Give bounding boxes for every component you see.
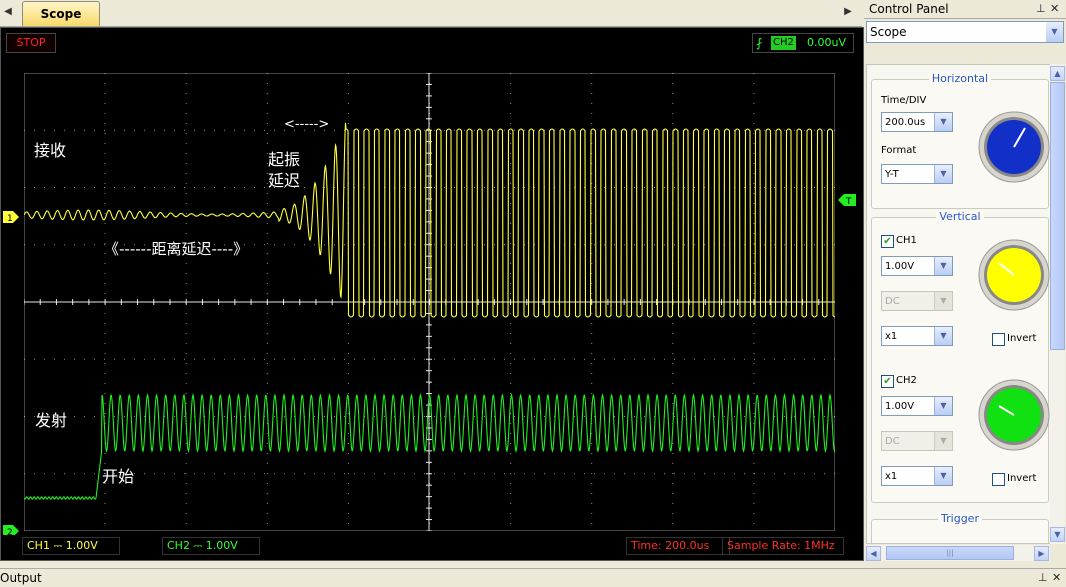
pin-icon[interactable]: ⊥ — [1038, 570, 1048, 586]
control-panel-title-bar: Control Panel ⊥ ✕ — [864, 0, 1066, 19]
format-label: Format — [881, 145, 917, 156]
tab-scroll-right-icon[interactable]: ▶ — [842, 4, 854, 20]
status-ch2: CH2 ⎓ 1.00V — [162, 537, 260, 555]
chevron-down-icon[interactable]: ▼ — [934, 327, 952, 345]
ch2-coupling-select: DC ▼ — [881, 431, 953, 451]
trigger-status: ⨏ CH2 0.00uV — [752, 33, 854, 53]
chevron-down-icon[interactable]: ▼ — [934, 113, 952, 131]
ch1-volts-value: 1.00V — [885, 261, 915, 272]
ch2-volts-knob-icon[interactable] — [977, 378, 1051, 452]
format-value: Y-T — [885, 169, 899, 180]
chevron-down-icon[interactable]: ▼ — [1046, 22, 1063, 42]
horizontal-scroll-thumb[interactable]: ||| — [886, 546, 1014, 560]
tab-scroll-left-icon[interactable]: ◀ — [2, 4, 14, 20]
close-icon[interactable]: ✕ — [1050, 1, 1059, 17]
control-panel-horizontal-scrollbar[interactable]: ◀ ||| ▶ — [866, 545, 1050, 561]
ch2-volts-select[interactable]: 1.00V ▼ — [881, 396, 953, 416]
ch1-marker-icon[interactable]: 1 — [3, 211, 19, 223]
ch1-label: CH1 — [896, 235, 917, 246]
status-sample-rate: Sample Rate: 1MHz — [722, 537, 844, 555]
scroll-down-icon[interactable]: ▼ — [1050, 527, 1065, 542]
annotation-osc-delay-2: 延迟 — [268, 171, 301, 190]
trigger-level-marker-icon[interactable]: T — [838, 194, 856, 206]
ch2-coupling-value: DC — [885, 436, 900, 447]
waveform-screen[interactable] — [24, 73, 835, 531]
control-panel-body: Horizontal Time/DIV 200.0us ▼ Format Y-T ▼… — [866, 64, 1052, 544]
scroll-up-icon[interactable]: ▲ — [1050, 66, 1065, 81]
ch2-invert-checkbox[interactable] — [992, 473, 1005, 486]
ch2-volts-value: 1.00V — [885, 401, 915, 412]
format-select[interactable]: Y-T ▼ — [881, 164, 953, 184]
chevron-down-icon[interactable]: ▼ — [934, 397, 952, 415]
pin-icon[interactable]: ⊥ — [1036, 1, 1046, 17]
status-ch1: CH1 ⎓ 1.00V — [22, 537, 120, 555]
chevron-down-icon[interactable]: ▼ — [934, 467, 952, 485]
horizontal-group: Horizontal Time/DIV 200.0us ▼ Format Y-T ▼ — [871, 72, 1051, 209]
ch2-checkbox[interactable]: ✔ — [881, 375, 894, 388]
trigger-channel: CH2 — [771, 36, 796, 50]
view-select-value: Scope — [870, 25, 907, 39]
ch2-probe-select[interactable]: x1 ▼ — [881, 466, 953, 486]
ch1-checkbox[interactable]: ✔ — [881, 235, 894, 248]
tab-scope[interactable]: Scope — [22, 1, 100, 26]
ch1-marker-label: 1 — [7, 214, 13, 223]
vertical-group: Vertical ✔ CH1 1.00V ▼ DC ▼ x1 ▼ Invert ✔ C… — [871, 210, 1051, 503]
annotation-receive: 接收 — [34, 141, 67, 160]
scroll-right-icon[interactable]: ▶ — [1034, 546, 1049, 561]
time-knob-icon[interactable] — [977, 110, 1051, 184]
view-select[interactable]: Scope ▼ — [866, 21, 1064, 43]
ch2-invert-label: Invert — [1007, 473, 1037, 484]
annotation-transmit: 发射 — [35, 411, 68, 430]
control-panel-vertical-scrollbar[interactable]: ▲ ▼ — [1050, 64, 1065, 544]
time-div-value: 200.0us — [885, 117, 926, 128]
scope-status-bar: CH1 ⎓ 1.00V CH2 ⎓ 1.00V Time: 200.0us Sa… — [2, 535, 860, 557]
ch1-invert-label: Invert — [1007, 333, 1037, 344]
trigger-marker-label: T — [845, 197, 852, 206]
ch1-probe-value: x1 — [885, 331, 898, 342]
chevron-down-icon: ▼ — [934, 432, 952, 450]
close-icon[interactable]: ✕ — [1052, 570, 1061, 586]
scroll-left-icon[interactable]: ◀ — [866, 546, 881, 561]
ch1-coupling-select: DC ▼ — [881, 291, 953, 311]
chevron-down-icon[interactable]: ▼ — [934, 165, 952, 183]
annotation-start: 开始 — [102, 467, 135, 486]
time-div-label: Time/DIV — [881, 95, 927, 106]
output-label: Output — [0, 571, 42, 585]
time-div-select[interactable]: 200.0us ▼ — [881, 112, 953, 132]
vertical-label: Vertical — [936, 210, 984, 223]
trigger-label: Trigger — [938, 512, 982, 525]
run-stop-button[interactable]: STOP — [6, 33, 56, 53]
ch1-invert-checkbox[interactable] — [992, 333, 1005, 346]
horizontal-label: Horizontal — [928, 72, 992, 85]
control-panel-title: Control Panel — [869, 2, 949, 16]
chevron-down-icon[interactable]: ▼ — [934, 257, 952, 275]
vertical-scroll-thumb[interactable] — [1050, 82, 1065, 350]
annotation-distance-delay: 《------距离延迟----》 — [104, 240, 249, 258]
annotation-osc-delay-arrow: <-----> — [284, 117, 330, 132]
chevron-down-icon: ▼ — [934, 292, 952, 310]
ch1-coupling-value: DC — [885, 296, 900, 307]
ch1-volts-select[interactable]: 1.00V ▼ — [881, 256, 953, 276]
ch1-probe-select[interactable]: x1 ▼ — [881, 326, 953, 346]
status-time: Time: 200.0us — [626, 537, 730, 555]
output-panel-title-bar: Output ⊥ ✕ — [0, 568, 1066, 587]
ch2-label: CH2 — [896, 375, 917, 386]
ch1-volts-knob-icon[interactable] — [977, 238, 1051, 312]
trigger-level: 0.00uV — [807, 36, 846, 49]
tab-bar: ◀ Scope ▶ — [0, 0, 862, 27]
ch2-probe-value: x1 — [885, 471, 898, 482]
trigger-edge-icon: ⨏ — [756, 36, 763, 50]
trigger-group: Trigger — [871, 512, 1049, 543]
